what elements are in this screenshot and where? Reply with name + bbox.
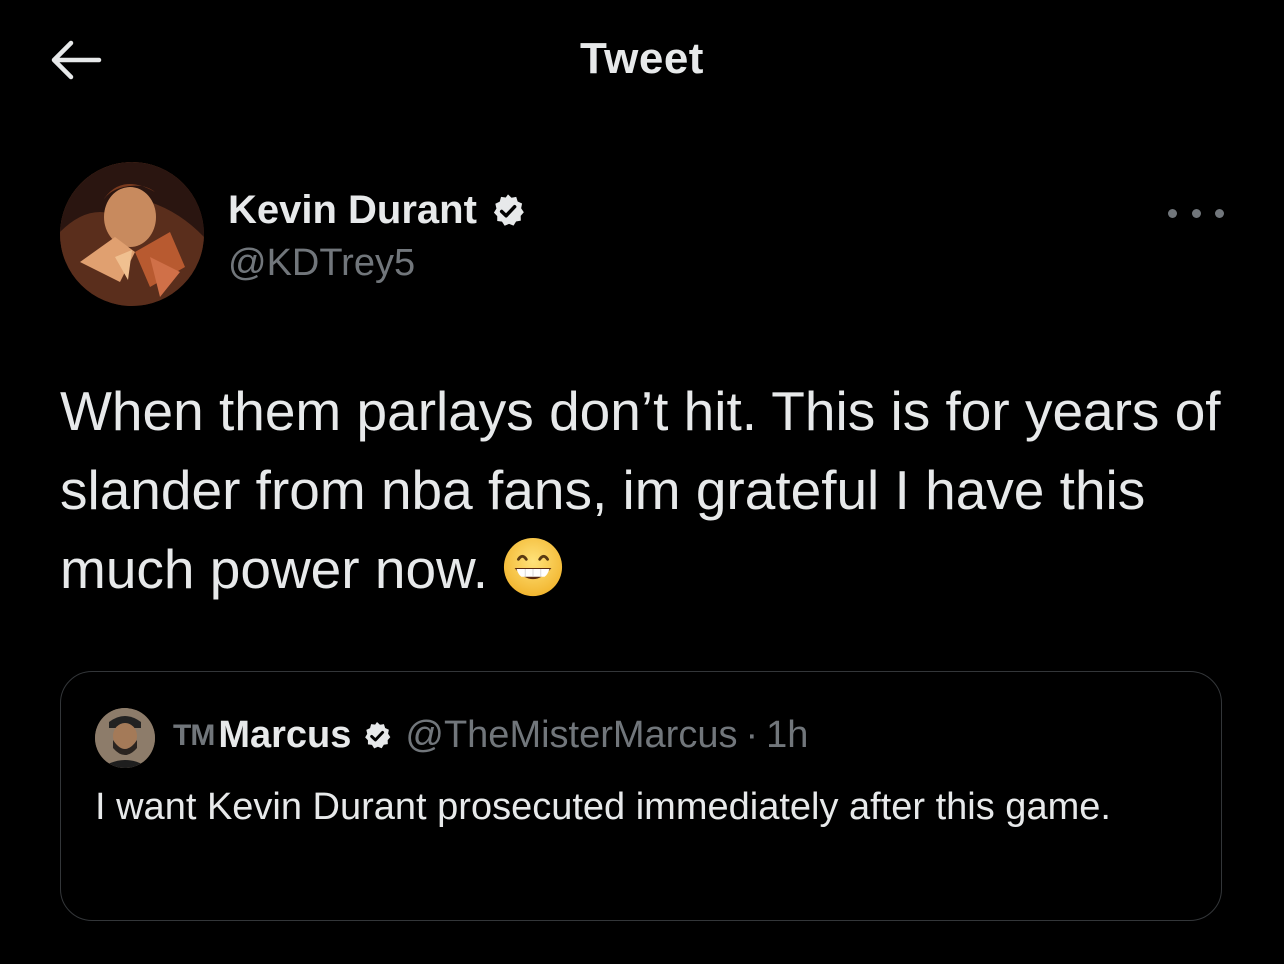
quoted-author-name[interactable]: Marcus — [218, 714, 351, 757]
more-dot — [1191, 208, 1201, 218]
avatar[interactable] — [60, 162, 204, 306]
quoted-timestamp[interactable]: 1h — [766, 714, 808, 757]
quoted-tweet[interactable]: TM Marcus @TheMisterMarcus · 1h I want K… — [60, 671, 1222, 921]
more-dots-icon — [1168, 208, 1177, 218]
more-dot — [1215, 208, 1224, 218]
tweet-author: Kevin Durant @KDTrey5 — [60, 162, 1224, 308]
tweet-text: When them parlays don’t hit. This is for… — [60, 380, 1236, 600]
tweet-body: When them parlays don’t hit. This is for… — [60, 372, 1224, 609]
quoted-author-handle[interactable]: @TheMisterMarcus — [405, 714, 737, 757]
top-bar: Tweet — [0, 0, 1284, 120]
separator-dot: · — [745, 714, 759, 756]
quoted-name-prefix: TM — [173, 718, 215, 752]
author-name-label: Kevin Durant — [228, 188, 477, 232]
quoted-text: I want Kevin Durant prosecuted immediate… — [95, 786, 1111, 828]
quoted-header: TM Marcus @TheMisterMarcus · 1h — [173, 714, 808, 757]
verified-badge-icon — [365, 721, 391, 748]
author-handle[interactable]: @KDTrey5 — [228, 242, 415, 285]
verified-badge-icon — [493, 193, 524, 226]
more-button[interactable] — [1168, 198, 1224, 228]
author-name[interactable]: Kevin Durant — [228, 188, 527, 233]
page-title: Tweet — [580, 34, 704, 83]
grinning-face-emoji-icon — [503, 538, 563, 597]
quoted-avatar[interactable] — [95, 708, 155, 768]
